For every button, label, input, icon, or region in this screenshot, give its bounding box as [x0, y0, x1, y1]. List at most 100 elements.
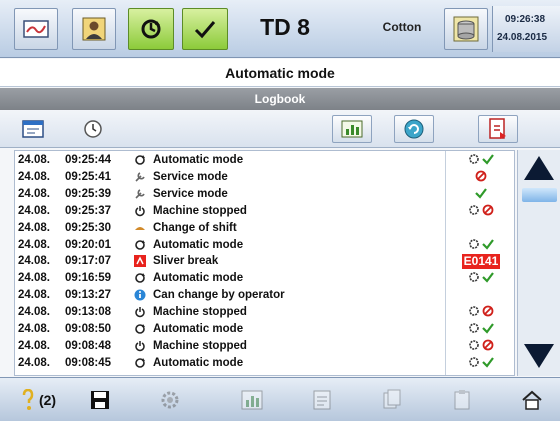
status-gear-icon: [468, 356, 480, 371]
log-status: [447, 153, 515, 168]
log-row[interactable]: 24.08. 09:08:45 Automatic mode: [15, 356, 515, 372]
scrollbar[interactable]: [517, 150, 560, 376]
logbook-toolbar: [0, 110, 560, 148]
paste-button[interactable]: [442, 382, 482, 418]
log-date: 24.08.: [18, 204, 50, 217]
log-row[interactable]: 24.08. 09:17:07 Sliver break E0141: [15, 254, 515, 270]
log-date: 24.08.: [18, 339, 50, 352]
log-time: 09:17:07: [65, 255, 112, 268]
status-check-icon: [482, 322, 494, 337]
calendar-icon: [22, 120, 44, 138]
log-date: 24.08.: [18, 255, 50, 268]
operator-button[interactable]: [72, 8, 116, 50]
log-row[interactable]: 24.08. 09:25:44 Automatic mode: [15, 153, 515, 169]
error-code-badge[interactable]: E0141: [461, 254, 501, 270]
statistics-button[interactable]: [230, 382, 274, 418]
log-row[interactable]: 24.08. 09:25:30 Change of shift: [15, 221, 515, 237]
document-button[interactable]: [300, 382, 344, 418]
scroll-up-arrow-icon[interactable]: [522, 154, 556, 182]
export-button[interactable]: [478, 115, 518, 143]
auto-mode-icon: [134, 154, 146, 166]
log-row[interactable]: 24.08. 09:13:08 Machine stopped: [15, 305, 515, 321]
machine-title: TD 8: [260, 14, 310, 40]
log-status: [447, 305, 515, 320]
home-button[interactable]: [512, 382, 552, 418]
log-message: Machine stopped: [153, 204, 247, 217]
status-check-icon: [482, 271, 494, 286]
status-check-icon: [482, 238, 494, 253]
log-row[interactable]: 24.08. 09:08:48 Machine stopped: [15, 339, 515, 355]
filter-time-button[interactable]: [78, 115, 108, 143]
log-date: 24.08.: [18, 238, 50, 251]
logbook-list[interactable]: 24.08. 09:25:44 Automatic mode 24.08. 09:25:…: [14, 150, 515, 376]
power-icon: [134, 205, 146, 217]
status-gear-icon: [468, 322, 480, 337]
scroll-thumb[interactable]: [522, 188, 557, 202]
log-date: 24.08.: [18, 272, 50, 285]
log-time: 09:25:30: [65, 221, 112, 234]
log-time: 09:25:37: [65, 204, 112, 217]
bottom-bar: (2): [0, 377, 560, 421]
log-message: Automatic mode: [153, 356, 244, 369]
log-time: 09:25:39: [65, 187, 112, 200]
clock-time: 09:26:38: [505, 14, 546, 25]
status-stop-icon: [482, 204, 494, 219]
auto-mode-icon: [134, 239, 146, 251]
automatic-mode-button[interactable]: [128, 8, 174, 50]
log-time: 09:13:27: [65, 289, 112, 302]
service-icon: [134, 171, 146, 183]
filter-date-button[interactable]: [18, 115, 48, 143]
log-time: 09:08:45: [65, 356, 112, 369]
auto-mode-icon: [134, 272, 146, 284]
log-row[interactable]: 24.08. 09:25:39 Service mode: [15, 187, 515, 203]
log-row[interactable]: 24.08. 09:13:27 Can change by operator: [15, 288, 515, 304]
status-stop-icon: [482, 339, 494, 354]
settings-button[interactable]: [148, 382, 192, 418]
copy-button[interactable]: [372, 382, 412, 418]
log-message: Change of shift: [153, 221, 237, 234]
log-time: 09:13:08: [65, 306, 112, 319]
help-count: (2): [38, 392, 57, 408]
home-icon: [522, 390, 542, 410]
log-row[interactable]: 24.08. 09:25:37 Machine stopped: [15, 204, 515, 220]
status-gear-icon: [468, 271, 480, 286]
status-gear-icon: [468, 339, 480, 354]
log-row[interactable]: 24.08. 09:25:41 Service mode: [15, 170, 515, 186]
refresh-button[interactable]: [394, 115, 434, 143]
paste-icon: [454, 390, 470, 410]
log-message: Machine stopped: [153, 306, 247, 319]
info-icon: [134, 289, 146, 301]
log-status: [447, 204, 515, 219]
log-date: 24.08.: [18, 356, 50, 369]
log-message: Machine stopped: [153, 339, 247, 352]
log-row[interactable]: 24.08. 09:16:59 Automatic mode: [15, 271, 515, 287]
chart-icon: [341, 120, 363, 138]
scroll-down-arrow-icon[interactable]: [522, 342, 556, 370]
section-title: Logbook: [0, 88, 560, 110]
document-export-icon: [489, 118, 506, 139]
status-gear-icon: [468, 204, 480, 219]
save-icon: [91, 391, 109, 409]
log-row[interactable]: 24.08. 09:08:50 Automatic mode: [15, 322, 515, 338]
service-icon: [134, 188, 146, 200]
confirm-button[interactable]: [182, 8, 228, 50]
log-row[interactable]: 24.08. 09:20:01 Automatic mode: [15, 238, 515, 254]
question-icon: [22, 389, 34, 410]
log-status: [447, 356, 515, 371]
status-check-icon: [475, 187, 487, 202]
overview-button[interactable]: [14, 8, 58, 50]
help-button[interactable]: (2): [14, 382, 64, 418]
log-status: [447, 339, 515, 354]
auto-mode-icon: [141, 19, 161, 39]
operator-icon: [82, 17, 106, 41]
chart-button[interactable]: [332, 115, 372, 143]
log-message: Sliver break: [153, 255, 219, 268]
log-time: 09:16:59: [65, 272, 112, 285]
can-button[interactable]: [444, 8, 488, 50]
log-message: Automatic mode: [153, 323, 244, 335]
log-status: [447, 238, 515, 253]
auto-mode-icon: [134, 357, 146, 369]
clock: 09:26:38 24.08.2015: [492, 6, 560, 52]
save-button[interactable]: [80, 382, 120, 418]
sliver-icon: [134, 255, 146, 268]
